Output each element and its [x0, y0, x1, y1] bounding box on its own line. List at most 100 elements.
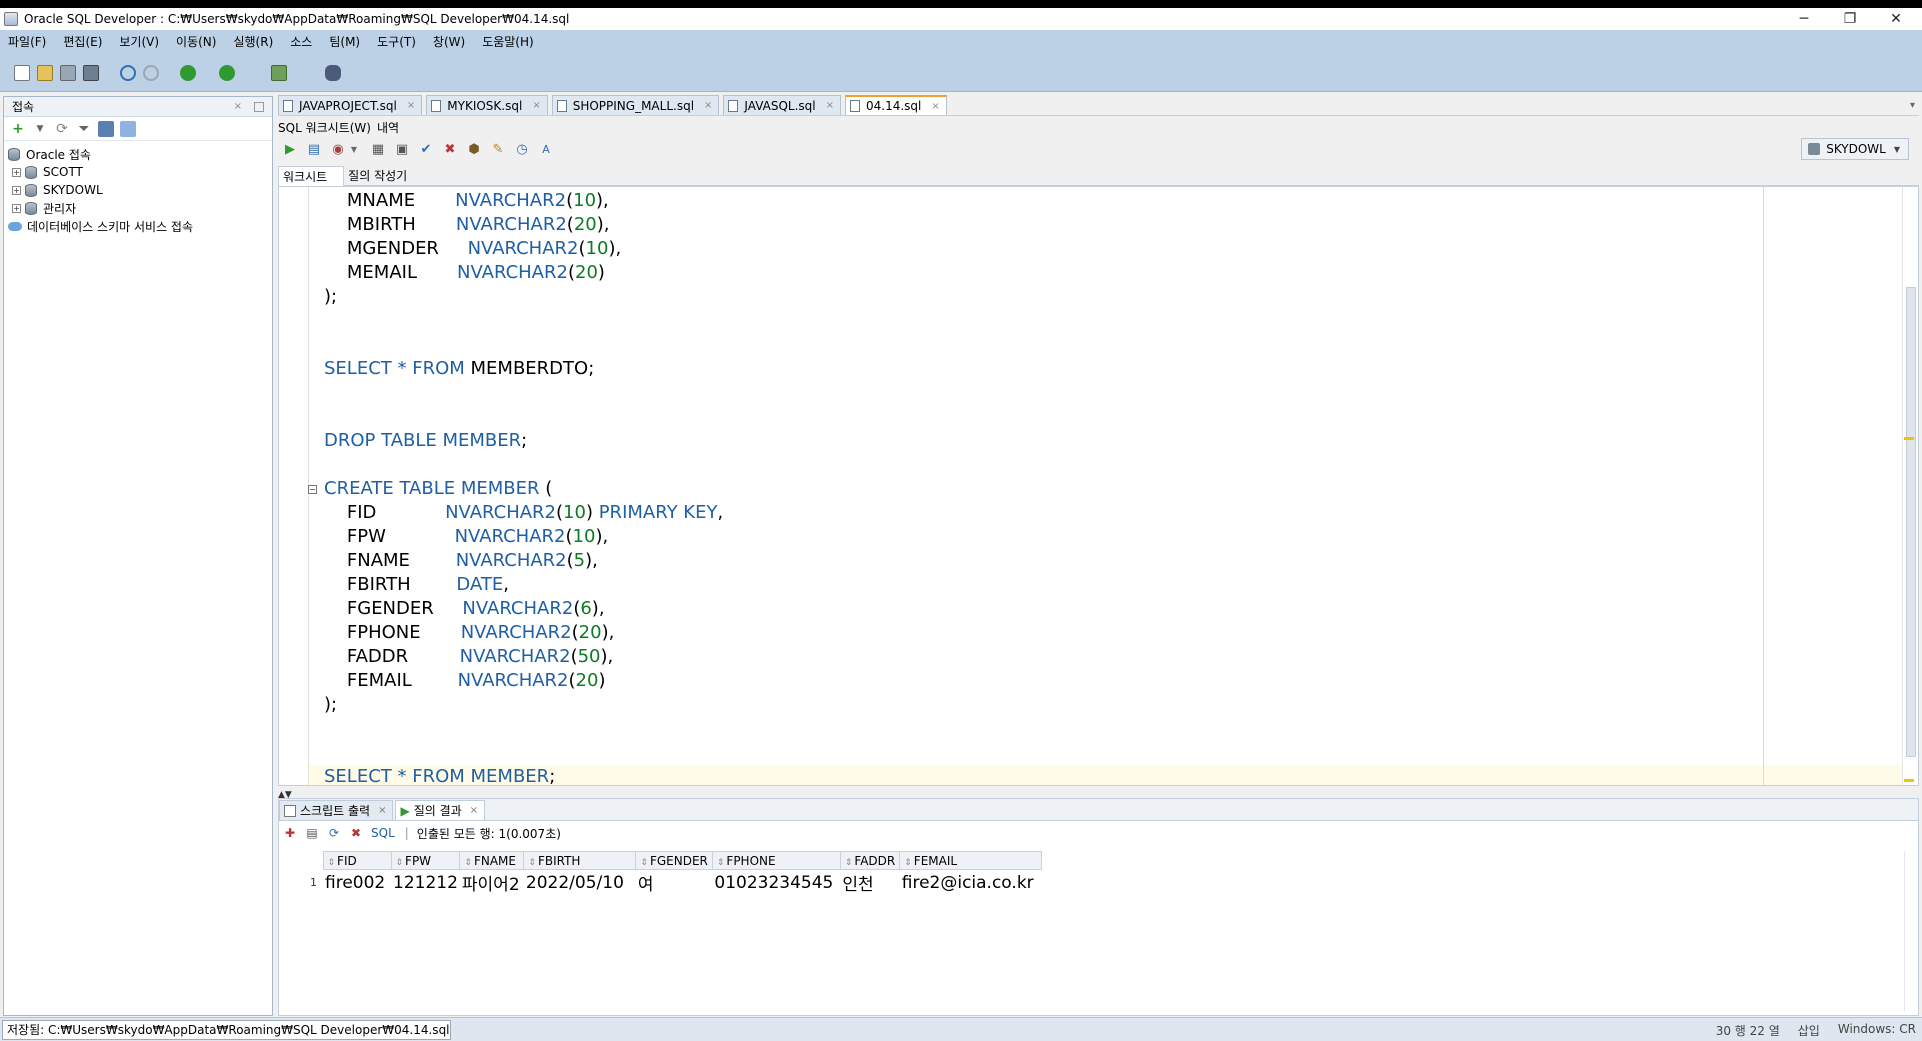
editor-vertical-scrollbar[interactable]	[1902, 187, 1918, 785]
migration-icon[interactable]	[271, 65, 287, 81]
expand-icon[interactable]: +	[12, 185, 21, 195]
connections-panel-minimize-button[interactable]	[254, 101, 264, 112]
menu-help[interactable]: 도움말(H)	[482, 33, 534, 50]
expand-icon[interactable]: +	[12, 203, 21, 213]
format-icon[interactable]: A	[538, 142, 554, 158]
tab-history[interactable]: 내역	[377, 119, 399, 136]
menu-edit[interactable]: 편집(E)	[63, 33, 102, 50]
autotrace-icon[interactable]: ◉	[330, 142, 346, 158]
binoculars-icon[interactable]	[325, 65, 341, 81]
code-fold-icon[interactable]: −	[308, 485, 317, 494]
column-header-fbirth[interactable]: ⇕ FBIRTH	[523, 851, 637, 870]
menu-tools[interactable]: 도구(T)	[377, 33, 416, 50]
refresh-icon[interactable]: ⟳	[327, 826, 341, 840]
menu-run[interactable]: 실행(R)	[233, 33, 273, 50]
menu-view[interactable]: 보기(V)	[119, 33, 159, 50]
cell-faddr[interactable]: 인천	[840, 870, 899, 895]
tab-javaproject-sql[interactable]: JAVAPROJECT.sql ×	[278, 95, 423, 115]
code-line[interactable]: FPHONE NVARCHAR2(20),	[324, 621, 614, 645]
warning-marker[interactable]	[1904, 437, 1914, 440]
dropdown-arrow-icon[interactable]: ▼	[32, 121, 48, 137]
cell-fpw[interactable]: 121212	[391, 870, 460, 896]
code-line[interactable]: FGENDER NVARCHAR2(6),	[324, 597, 605, 621]
tab-shopping-mall-sql[interactable]: SHOPPING_MALL.sql ×	[551, 95, 720, 115]
tab-close-icon[interactable]: ×	[931, 101, 939, 112]
code-line[interactable]: MNAME NVARCHAR2(10),	[324, 189, 609, 213]
commit-icon[interactable]: ✔	[418, 142, 434, 158]
cell-fbirth[interactable]: 2022/05/10	[524, 870, 636, 896]
column-header-fpw[interactable]: ⇕ FPW	[390, 851, 461, 870]
dropdown-arrow-icon[interactable]: ▼	[346, 142, 362, 158]
schema-browser-icon[interactable]	[98, 120, 114, 137]
code-line[interactable]: SELECT * FROM MEMBERDTO;	[324, 357, 594, 381]
expand-icon[interactable]: +	[12, 167, 21, 177]
scrollbar-thumb[interactable]	[1906, 287, 1916, 757]
code-line[interactable]: CREATE TABLE MEMBER (	[324, 477, 552, 501]
tab-sql-worksheet[interactable]: SQL 워크시트(W)	[278, 119, 371, 136]
tree-item-oracle-connections[interactable]: Oracle 접속	[8, 145, 272, 163]
pin-icon[interactable]: ✚	[283, 826, 297, 840]
explain-plan-icon[interactable]: ▦	[370, 142, 386, 158]
back-icon[interactable]	[180, 65, 196, 81]
menu-source[interactable]: 소스	[290, 33, 312, 50]
tab-close-icon[interactable]: ×	[407, 100, 415, 111]
code-line[interactable]: SELECT * FROM MEMBER;	[324, 765, 555, 785]
tab-query-result[interactable]: ▶ 질의 결과 ×	[395, 800, 486, 820]
code-line[interactable]: FNAME NVARCHAR2(5),	[324, 549, 598, 573]
code-line[interactable]: FID NVARCHAR2(10) PRIMARY KEY,	[324, 501, 723, 525]
close-window-button[interactable]: ✕	[1873, 8, 1919, 30]
code-line[interactable]: FPW NVARCHAR2(10),	[324, 525, 608, 549]
tab-close-icon[interactable]: ×	[378, 805, 386, 816]
tab-close-icon[interactable]: ×	[470, 805, 478, 816]
tab-mykiosk-sql[interactable]: MYKIOSK.sql ×	[426, 95, 548, 115]
tab-javasql-sql[interactable]: JAVASQL.sql ×	[723, 95, 841, 115]
open-folder-icon[interactable]	[37, 65, 53, 81]
filter-icon[interactable]: ⏷	[76, 121, 92, 137]
unshared-sql-worksheet-icon[interactable]: ⬢	[466, 142, 482, 158]
restore-button[interactable]: ❐	[1827, 8, 1873, 30]
cancel-query-icon[interactable]: ✖	[349, 826, 363, 840]
cell-fphone[interactable]: 01023234545	[712, 870, 840, 896]
column-header-faddr[interactable]: ⇕ FADDR	[839, 851, 901, 870]
code-line[interactable]: MBIRTH NVARCHAR2(20),	[324, 213, 610, 237]
code-line[interactable]: DROP TABLE MEMBER;	[324, 429, 527, 453]
refresh-icon[interactable]: ⟳	[54, 121, 70, 137]
status-insert-mode[interactable]: 삽입	[1798, 1022, 1820, 1039]
tab-worksheet[interactable]: 워크시트	[278, 165, 345, 186]
code-line[interactable]: FBIRTH DATE,	[324, 573, 509, 597]
code-line[interactable]: MGENDER NVARCHAR2(10),	[324, 237, 621, 261]
column-header-fphone[interactable]: ⇕ FPHONE	[711, 851, 841, 870]
forward-icon[interactable]	[219, 65, 235, 81]
code-line[interactable]: FEMAIL NVARCHAR2(20)	[324, 669, 606, 693]
code-line[interactable]: MEMAIL NVARCHAR2(20)	[324, 261, 605, 285]
connection-select[interactable]: SKYDOWL ▼	[1801, 138, 1909, 160]
tree-item-cloud-schema-service[interactable]: 데이터베이스 스키마 서비스 접속	[8, 217, 272, 235]
tab-04-14-sql[interactable]: 04.14.sql ×	[845, 95, 947, 115]
connections-panel-close-button[interactable]: ×	[234, 101, 242, 112]
column-header-fid[interactable]: ⇕ FID	[322, 851, 392, 870]
results-vertical-scrollbar[interactable]	[1904, 851, 1918, 1011]
save-all-icon[interactable]	[83, 65, 99, 81]
sql-history-icon[interactable]: ◷	[514, 142, 530, 158]
warning-marker[interactable]	[1904, 779, 1914, 782]
tree-item-skydowl[interactable]: + SKYDOWL	[8, 181, 272, 199]
table-row[interactable]: 1 fire002 121212 파이어2 2022/05/10 여 01023…	[279, 870, 1042, 896]
cell-fid[interactable]: fire002	[323, 870, 391, 896]
print-icon[interactable]: ▤	[305, 826, 319, 840]
new-file-icon[interactable]	[14, 65, 30, 81]
add-connection-icon[interactable]: +	[10, 121, 26, 137]
cell-femail[interactable]: fire2@icia.co.kr	[900, 870, 1042, 896]
redo-icon[interactable]	[143, 65, 159, 81]
menu-navigate[interactable]: 이동(N)	[176, 33, 216, 50]
import-connections-icon[interactable]	[120, 120, 136, 137]
menu-window[interactable]: 창(W)	[433, 33, 465, 50]
column-header-femail[interactable]: ⇕ FEMAIL	[899, 851, 1043, 870]
clear-icon[interactable]: ✎	[490, 142, 506, 158]
cell-fgender[interactable]: 여	[636, 870, 712, 895]
tab-close-icon[interactable]: ×	[704, 100, 712, 111]
tab-close-icon[interactable]: ×	[826, 100, 834, 111]
sql-editor[interactable]: − MNAME NVARCHAR2(10), MBIRTH NVARCHAR2(…	[278, 186, 1919, 786]
save-icon[interactable]	[60, 65, 76, 81]
undo-icon[interactable]	[120, 65, 136, 81]
menu-team[interactable]: 팀(M)	[329, 33, 360, 50]
